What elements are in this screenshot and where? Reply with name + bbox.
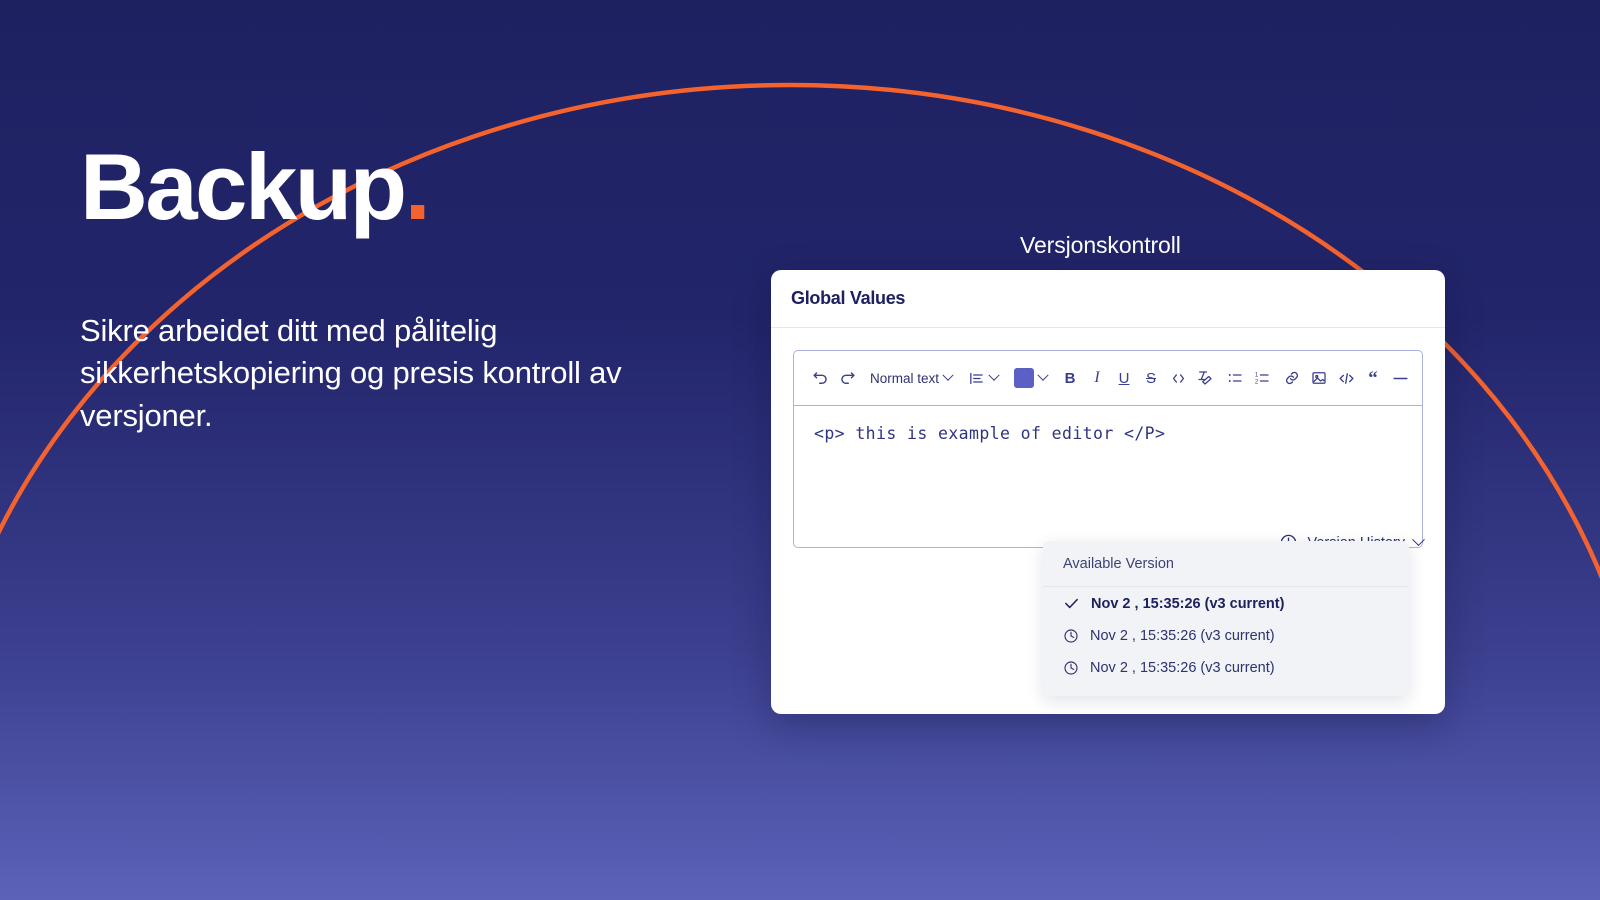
text-color-dropdown[interactable]: [1009, 368, 1052, 388]
italic-button[interactable]: I: [1085, 363, 1109, 393]
undo-icon[interactable]: [808, 363, 832, 393]
version-item-label: Nov 2 , 15:35:26 (v3 current): [1091, 595, 1285, 612]
version-dropdown-header: Available Version: [1043, 541, 1409, 587]
chevron-down-icon: [988, 369, 1000, 381]
hero-subtitle: Sikre arbeidet ditt med pålitelig sikker…: [80, 313, 622, 433]
chevron-down-icon: [1412, 533, 1425, 547]
color-swatch-icon: [1014, 368, 1035, 388]
image-icon[interactable]: [1307, 363, 1331, 393]
text-style-label: Normal text: [870, 370, 940, 386]
page-title-text: Backup: [80, 134, 407, 239]
clock-icon: [1064, 661, 1078, 675]
version-dropdown: Available Version Nov 2 , 15:35:26 (v3 c…: [1043, 541, 1409, 696]
chevron-down-icon: [1037, 369, 1049, 381]
version-item-label: Nov 2 , 15:35:26 (v3 current): [1090, 628, 1275, 644]
card-title: Global Values: [791, 288, 906, 308]
align-dropdown[interactable]: [963, 369, 1003, 387]
card-caption: Versjonskontroll: [1020, 232, 1181, 258]
version-item-2[interactable]: Nov 2 , 15:35:26 (v3 current): [1043, 652, 1409, 696]
bold-button[interactable]: B: [1058, 363, 1082, 393]
svg-text:1: 1: [1255, 373, 1259, 379]
inline-code-icon[interactable]: [1166, 363, 1190, 393]
quote-icon[interactable]: “: [1361, 363, 1385, 393]
redo-icon[interactable]: [835, 363, 859, 393]
page-title-dot: .: [404, 134, 431, 239]
card-header: Global Values: [771, 270, 1445, 328]
check-icon: [1065, 598, 1078, 609]
strikethrough-button[interactable]: S: [1139, 363, 1163, 393]
align-left-icon: [970, 372, 983, 384]
version-item-label: Nov 2 , 15:35:26 (v3 current): [1090, 660, 1275, 676]
version-item-1[interactable]: Nov 2 , 15:35:26 (v3 current): [1043, 620, 1409, 652]
clear-formatting-icon[interactable]: [1193, 363, 1217, 393]
page-title: Backup.: [80, 140, 760, 234]
text-style-dropdown[interactable]: Normal text: [865, 369, 957, 386]
hero-section: Backup. Sikre arbeidet ditt med påliteli…: [80, 140, 760, 437]
code-block-icon[interactable]: [1334, 363, 1358, 393]
editor-toolbar: Normal text B I U S 1 2 “: [793, 350, 1423, 406]
link-icon[interactable]: [1280, 363, 1304, 393]
numbered-list-icon[interactable]: 1 2: [1250, 363, 1274, 393]
card-body: Normal text B I U S 1 2 “ <p> this is ex…: [771, 328, 1445, 696]
chevron-down-icon: [942, 369, 954, 381]
underline-button[interactable]: U: [1112, 363, 1136, 393]
version-item-0[interactable]: Nov 2 , 15:35:26 (v3 current): [1043, 587, 1409, 620]
editor-content-text: <p> this is example of editor </P>: [814, 424, 1166, 443]
clock-icon: [1064, 629, 1078, 643]
svg-text:2: 2: [1255, 379, 1259, 385]
horizontal-rule-icon[interactable]: [1388, 363, 1412, 393]
bullet-list-icon[interactable]: [1223, 363, 1247, 393]
editor-card: Global Values Normal text B I U S 1 2 “ …: [771, 270, 1445, 714]
editor-content-area[interactable]: <p> this is example of editor </P>: [793, 406, 1423, 548]
